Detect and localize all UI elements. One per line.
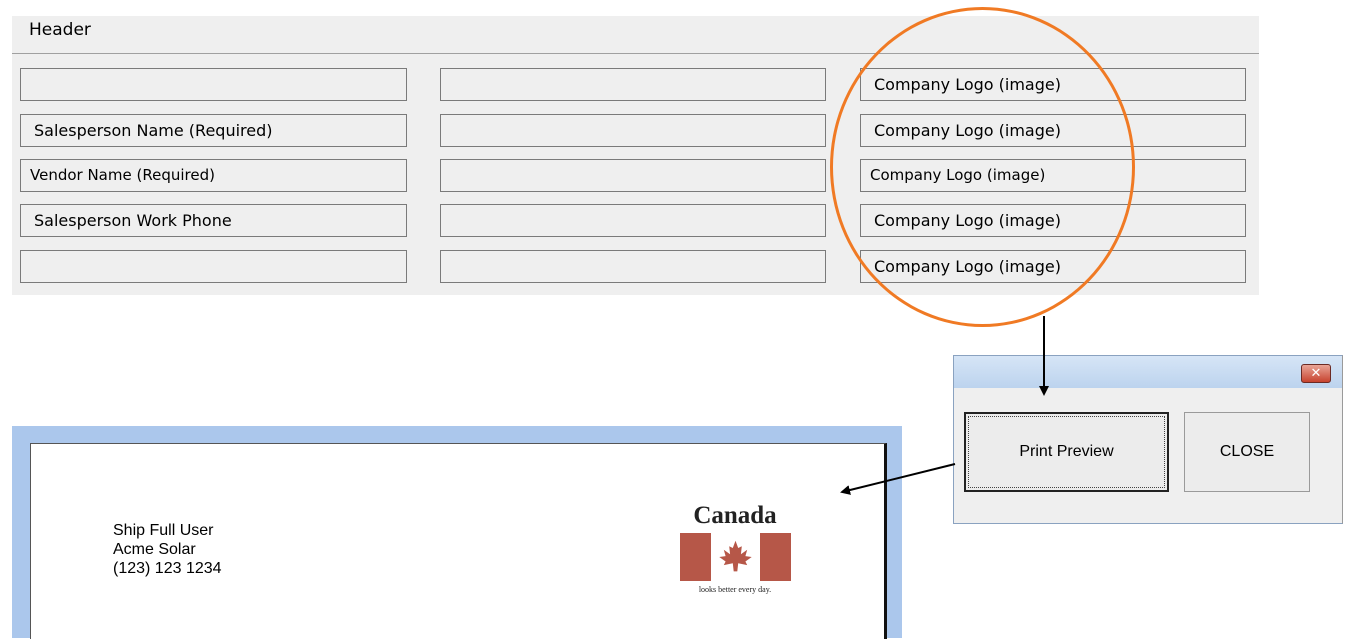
annotation-arrows [840,316,1049,495]
arrow-dialog-to-preview [840,463,956,495]
